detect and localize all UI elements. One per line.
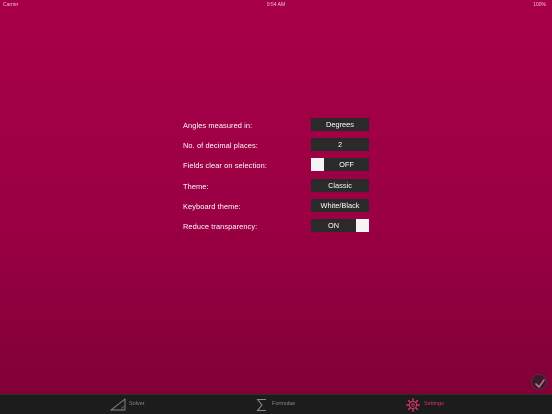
toggle-knob[interactable] [356, 218, 369, 232]
tab-solver[interactable]: Solver [108, 395, 168, 414]
setting-row-fields-clear: Fields clear on selection: OFF [183, 158, 373, 178]
setting-label-decimal-places: No. of decimal places: [183, 141, 258, 151]
tab-bar: Solver Formulae Settings [0, 394, 552, 414]
setting-row-reduce-transparency: Reduce transparency: ON [183, 218, 373, 239]
setting-label-keyboard-theme: Keyboard theme: [183, 201, 241, 211]
toggle-state-text: OFF [339, 160, 354, 170]
theme-selector[interactable]: Classic [311, 178, 369, 192]
setting-row-keyboard-theme: Keyboard theme: White/Black [183, 198, 373, 219]
tab-label-settings: Settings [424, 401, 444, 407]
status-time: 9:54 AM [266, 2, 286, 8]
fields-clear-toggle[interactable]: OFF [311, 158, 369, 172]
status-bar: Carrier 9:54 AM 100% [0, 0, 552, 9]
settings-list: Angles measured in: Degrees No. of decim… [183, 118, 373, 239]
setting-label-angles: Angles measured in: [183, 121, 253, 130]
tab-label-formulae: Formulae [272, 401, 296, 407]
triangle-icon [110, 398, 126, 411]
setting-label-fields-clear: Fields clear on selection: [183, 161, 267, 171]
reduce-transparency-toggle[interactable]: ON [311, 218, 369, 232]
app-badge-icon[interactable] [531, 374, 547, 390]
keyboard-theme-selector[interactable]: White/Black [311, 198, 369, 212]
setting-row-decimal-places: No. of decimal places: 2 [183, 138, 373, 158]
toggle-state-text: ON [327, 220, 340, 230]
settings-screen: Carrier 9:54 AM 100% Angles measured in:… [0, 0, 552, 414]
tab-settings[interactable]: Settings [404, 395, 474, 414]
battery-label: 100% [533, 2, 546, 8]
setting-row-theme: Theme: Classic [183, 178, 373, 199]
decimal-places-selector[interactable]: 2 [311, 138, 369, 152]
gear-icon [406, 398, 420, 412]
checkmark-icon [535, 379, 545, 388]
toggle-knob[interactable] [311, 158, 324, 172]
setting-label-reduce-transparency: Reduce transparency: [183, 221, 258, 231]
tab-formulae[interactable]: Formulae [254, 395, 324, 414]
setting-row-angles: Angles measured in: Degrees [183, 118, 373, 138]
angle-unit-selector[interactable]: Degrees [311, 118, 369, 131]
setting-label-theme: Theme: [183, 181, 209, 191]
tab-label-solver: Solver [129, 401, 145, 407]
sigma-icon [256, 399, 266, 411]
